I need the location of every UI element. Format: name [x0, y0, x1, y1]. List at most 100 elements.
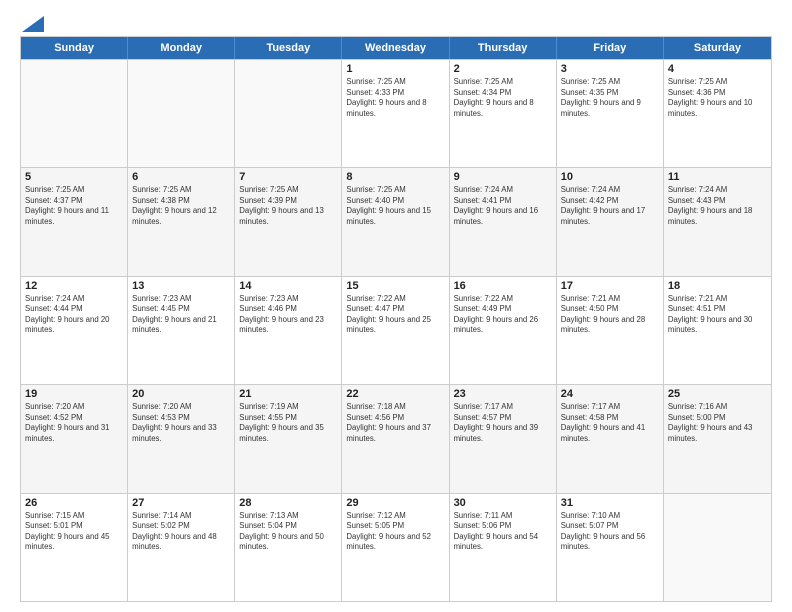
- cell-detail: Sunrise: 7:16 AM Sunset: 5:00 PM Dayligh…: [668, 402, 767, 444]
- calendar-body: 1Sunrise: 7:25 AM Sunset: 4:33 PM Daylig…: [21, 59, 771, 601]
- calendar-cell: 7 Sunrise: 7:25 AM Sunset: 4:39 PM Daylig…: [235, 168, 342, 275]
- cell-detail: Sunrise: 7:21 AM Sunset: 4:51 PM Dayligh…: [668, 294, 767, 336]
- cell-detail: Sunrise: 7:21 AM Sunset: 4:50 PM Dayligh…: [561, 294, 659, 336]
- cell-detail: Sunrise: 7:20 AM Sunset: 4:53 PM Dayligh…: [132, 402, 230, 444]
- day-number: 14: [239, 280, 337, 292]
- calendar-header-cell: Friday: [557, 37, 664, 59]
- calendar-cell: 17 Sunrise: 7:21 AM Sunset: 4:50 PM Dayli…: [557, 277, 664, 384]
- day-number: 3: [561, 63, 659, 75]
- calendar-header-cell: Saturday: [664, 37, 771, 59]
- calendar-cell: 5Sunrise: 7:25 AM Sunset: 4:37 PM Daylig…: [21, 168, 128, 275]
- calendar-week: 26 Sunrise: 7:15 AM Sunset: 5:01 PM Dayli…: [21, 493, 771, 601]
- cell-detail: Sunrise: 7:22 AM Sunset: 4:47 PM Dayligh…: [346, 294, 444, 336]
- day-number: 15: [346, 280, 444, 292]
- day-number: 6: [132, 171, 230, 183]
- day-number: 10: [561, 171, 659, 183]
- calendar-cell-empty: [235, 60, 342, 167]
- calendar-cell: 25 Sunrise: 7:16 AM Sunset: 5:00 PM Dayli…: [664, 385, 771, 492]
- header: [20, 16, 772, 28]
- calendar-cell: 1Sunrise: 7:25 AM Sunset: 4:33 PM Daylig…: [342, 60, 449, 167]
- calendar-header: SundayMondayTuesdayWednesdayThursdayFrid…: [21, 37, 771, 59]
- cell-detail: Sunrise: 7:25 AM Sunset: 4:36 PM Dayligh…: [668, 77, 767, 119]
- calendar-cell: 21 Sunrise: 7:19 AM Sunset: 4:55 PM Dayli…: [235, 385, 342, 492]
- calendar-cell: 14 Sunrise: 7:23 AM Sunset: 4:46 PM Dayli…: [235, 277, 342, 384]
- day-number: 29: [346, 497, 444, 509]
- cell-detail: Sunrise: 7:23 AM Sunset: 4:46 PM Dayligh…: [239, 294, 337, 336]
- day-number: 25: [668, 388, 767, 400]
- calendar-cell: 13 Sunrise: 7:23 AM Sunset: 4:45 PM Dayli…: [128, 277, 235, 384]
- calendar-header-cell: Wednesday: [342, 37, 449, 59]
- calendar-cell: 9 Sunrise: 7:24 AM Sunset: 4:41 PM Daylig…: [450, 168, 557, 275]
- calendar: SundayMondayTuesdayWednesdayThursdayFrid…: [20, 36, 772, 602]
- cell-detail: Sunrise: 7:24 AM Sunset: 4:42 PM Dayligh…: [561, 185, 659, 227]
- cell-detail: Sunrise: 7:10 AM Sunset: 5:07 PM Dayligh…: [561, 511, 659, 553]
- calendar-cell: 15 Sunrise: 7:22 AM Sunset: 4:47 PM Dayli…: [342, 277, 449, 384]
- calendar-header-cell: Monday: [128, 37, 235, 59]
- calendar-cell: 22Sunrise: 7:18 AM Sunset: 4:56 PM Dayli…: [342, 385, 449, 492]
- calendar-week: 12 Sunrise: 7:24 AM Sunset: 4:44 PM Dayli…: [21, 276, 771, 384]
- day-number: 11: [668, 171, 767, 183]
- logo-icon: [22, 16, 44, 32]
- day-number: 27: [132, 497, 230, 509]
- calendar-cell: 19 Sunrise: 7:20 AM Sunset: 4:52 PM Dayli…: [21, 385, 128, 492]
- day-number: 31: [561, 497, 659, 509]
- day-number: 20: [132, 388, 230, 400]
- day-number: 7: [239, 171, 337, 183]
- calendar-cell: 23Sunrise: 7:17 AM Sunset: 4:57 PM Dayli…: [450, 385, 557, 492]
- calendar-cell: 2Sunrise: 7:25 AM Sunset: 4:34 PM Daylig…: [450, 60, 557, 167]
- calendar-header-cell: Sunday: [21, 37, 128, 59]
- calendar-cell: 24 Sunrise: 7:17 AM Sunset: 4:58 PM Dayli…: [557, 385, 664, 492]
- day-number: 17: [561, 280, 659, 292]
- cell-detail: Sunrise: 7:11 AM Sunset: 5:06 PM Dayligh…: [454, 511, 552, 553]
- day-number: 12: [25, 280, 123, 292]
- day-number: 18: [668, 280, 767, 292]
- day-number: 8: [346, 171, 444, 183]
- calendar-cell: 11 Sunrise: 7:24 AM Sunset: 4:43 PM Dayli…: [664, 168, 771, 275]
- logo: [20, 16, 44, 28]
- day-number: 21: [239, 388, 337, 400]
- cell-detail: Sunrise: 7:17 AM Sunset: 4:58 PM Dayligh…: [561, 402, 659, 444]
- cell-detail: Sunrise: 7:19 AM Sunset: 4:55 PM Dayligh…: [239, 402, 337, 444]
- calendar-cell: 3 Sunrise: 7:25 AM Sunset: 4:35 PM Daylig…: [557, 60, 664, 167]
- cell-detail: Sunrise: 7:25 AM Sunset: 4:40 PM Dayligh…: [346, 185, 444, 227]
- calendar-cell: 16Sunrise: 7:22 AM Sunset: 4:49 PM Dayli…: [450, 277, 557, 384]
- day-number: 19: [25, 388, 123, 400]
- day-number: 5: [25, 171, 123, 183]
- cell-detail: Sunrise: 7:25 AM Sunset: 4:39 PM Dayligh…: [239, 185, 337, 227]
- cell-detail: Sunrise: 7:24 AM Sunset: 4:41 PM Dayligh…: [454, 185, 552, 227]
- calendar-cell: 30 Sunrise: 7:11 AM Sunset: 5:06 PM Dayli…: [450, 494, 557, 601]
- day-number: 30: [454, 497, 552, 509]
- cell-detail: Sunrise: 7:20 AM Sunset: 4:52 PM Dayligh…: [25, 402, 123, 444]
- calendar-cell: 29 Sunrise: 7:12 AM Sunset: 5:05 PM Dayli…: [342, 494, 449, 601]
- cell-detail: Sunrise: 7:15 AM Sunset: 5:01 PM Dayligh…: [25, 511, 123, 553]
- calendar-cell: 10 Sunrise: 7:24 AM Sunset: 4:42 PM Dayli…: [557, 168, 664, 275]
- calendar-header-cell: Tuesday: [235, 37, 342, 59]
- cell-detail: Sunrise: 7:24 AM Sunset: 4:44 PM Dayligh…: [25, 294, 123, 336]
- day-number: 9: [454, 171, 552, 183]
- cell-detail: Sunrise: 7:24 AM Sunset: 4:43 PM Dayligh…: [668, 185, 767, 227]
- cell-detail: Sunrise: 7:23 AM Sunset: 4:45 PM Dayligh…: [132, 294, 230, 336]
- day-number: 2: [454, 63, 552, 75]
- day-number: 24: [561, 388, 659, 400]
- calendar-cell: 26 Sunrise: 7:15 AM Sunset: 5:01 PM Dayli…: [21, 494, 128, 601]
- calendar-cell: 18 Sunrise: 7:21 AM Sunset: 4:51 PM Dayli…: [664, 277, 771, 384]
- calendar-cell-empty: [128, 60, 235, 167]
- cell-detail: Sunrise: 7:14 AM Sunset: 5:02 PM Dayligh…: [132, 511, 230, 553]
- day-number: 28: [239, 497, 337, 509]
- calendar-cell: 27 Sunrise: 7:14 AM Sunset: 5:02 PM Dayli…: [128, 494, 235, 601]
- page: SundayMondayTuesdayWednesdayThursdayFrid…: [0, 0, 792, 612]
- calendar-week: 5Sunrise: 7:25 AM Sunset: 4:37 PM Daylig…: [21, 167, 771, 275]
- day-number: 13: [132, 280, 230, 292]
- calendar-cell: 4 Sunrise: 7:25 AM Sunset: 4:36 PM Daylig…: [664, 60, 771, 167]
- calendar-week: 1Sunrise: 7:25 AM Sunset: 4:33 PM Daylig…: [21, 59, 771, 167]
- day-number: 1: [346, 63, 444, 75]
- cell-detail: Sunrise: 7:18 AM Sunset: 4:56 PM Dayligh…: [346, 402, 444, 444]
- calendar-cell: 31 Sunrise: 7:10 AM Sunset: 5:07 PM Dayli…: [557, 494, 664, 601]
- day-number: 26: [25, 497, 123, 509]
- cell-detail: Sunrise: 7:12 AM Sunset: 5:05 PM Dayligh…: [346, 511, 444, 553]
- day-number: 16: [454, 280, 552, 292]
- calendar-cell: 12 Sunrise: 7:24 AM Sunset: 4:44 PM Dayli…: [21, 277, 128, 384]
- cell-detail: Sunrise: 7:25 AM Sunset: 4:35 PM Dayligh…: [561, 77, 659, 119]
- day-number: 4: [668, 63, 767, 75]
- day-number: 23: [454, 388, 552, 400]
